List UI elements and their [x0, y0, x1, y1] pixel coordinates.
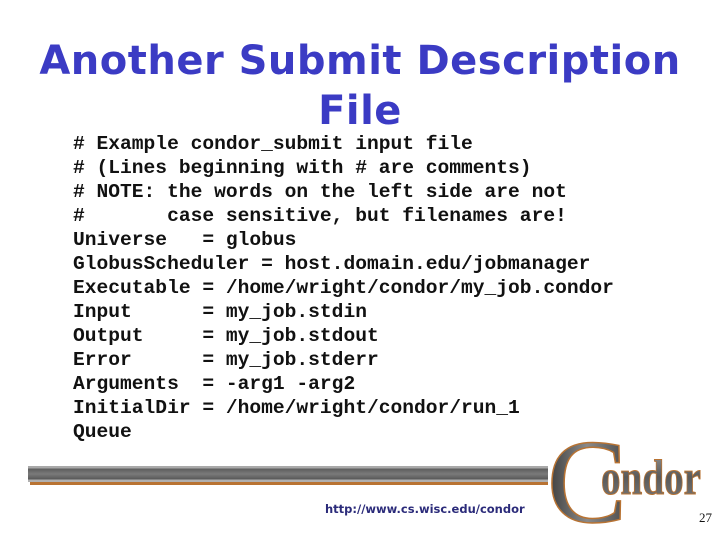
code-line: # NOTE: the words on the left side are n… [73, 181, 567, 203]
code-line: # case sensitive, but filenames are! [73, 205, 567, 227]
footer-divider-accent [30, 482, 548, 485]
code-line: Output = my_job.stdout [73, 325, 379, 347]
code-line: Universe = globus [73, 229, 297, 251]
page-number: 27 [699, 510, 712, 525]
condor-logo: C ondor [546, 420, 701, 530]
code-line: Queue [73, 421, 132, 443]
slide-title-line2: File [318, 88, 402, 134]
footer-divider-bar [28, 466, 548, 482]
code-line: # Example condor_submit input file [73, 133, 473, 155]
code-line: GlobusScheduler = host.domain.edu/jobman… [73, 253, 591, 275]
submit-file-code-block: # Example condor_submit input file # (Lin… [73, 132, 614, 444]
code-line: Executable = /home/wright/condor/my_job.… [73, 277, 614, 299]
slide-title: Another Submit Description File [0, 36, 720, 136]
code-line: Error = my_job.stderr [73, 349, 379, 371]
code-line: InitialDir = /home/wright/condor/run_1 [73, 397, 520, 419]
code-line: Arguments = -arg1 -arg2 [73, 373, 356, 395]
code-line: # (Lines beginning with # are comments) [73, 157, 532, 179]
logo-text-ondor: ondor [601, 449, 701, 505]
footer-url: http://www.cs.wisc.edu/condor [325, 502, 525, 516]
slide-title-line1: Another Submit Description [39, 38, 681, 84]
slide: Another Submit Description File # Exampl… [0, 0, 720, 540]
code-line: Input = my_job.stdin [73, 301, 367, 323]
